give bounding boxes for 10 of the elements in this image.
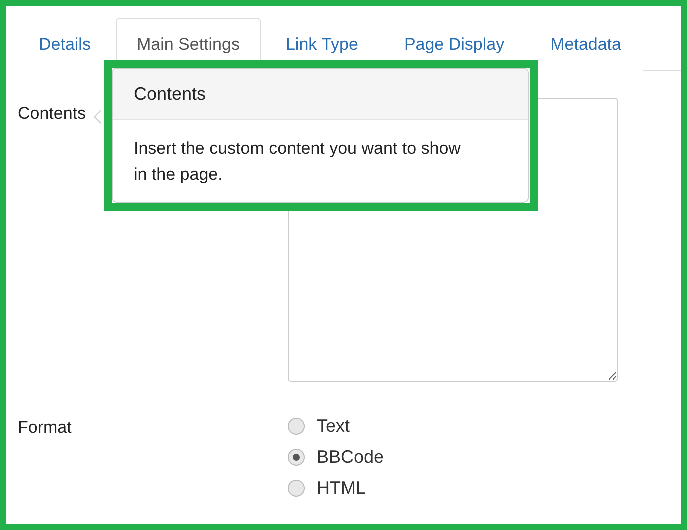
radio-button[interactable]: [288, 418, 305, 435]
radio-button[interactable]: [288, 480, 305, 497]
field-label: Format: [18, 417, 72, 439]
popover-text: Insert the custom content you want to show in the page.: [133, 138, 462, 186]
radio-label[interactable]: Text: [317, 416, 350, 437]
radio-label[interactable]: BBCode: [317, 447, 384, 468]
radio-label[interactable]: HTML: [317, 478, 366, 499]
radio-button[interactable]: [288, 449, 305, 466]
popover-title: Contents: [134, 84, 206, 104]
field-label: Contents: [18, 103, 86, 125]
